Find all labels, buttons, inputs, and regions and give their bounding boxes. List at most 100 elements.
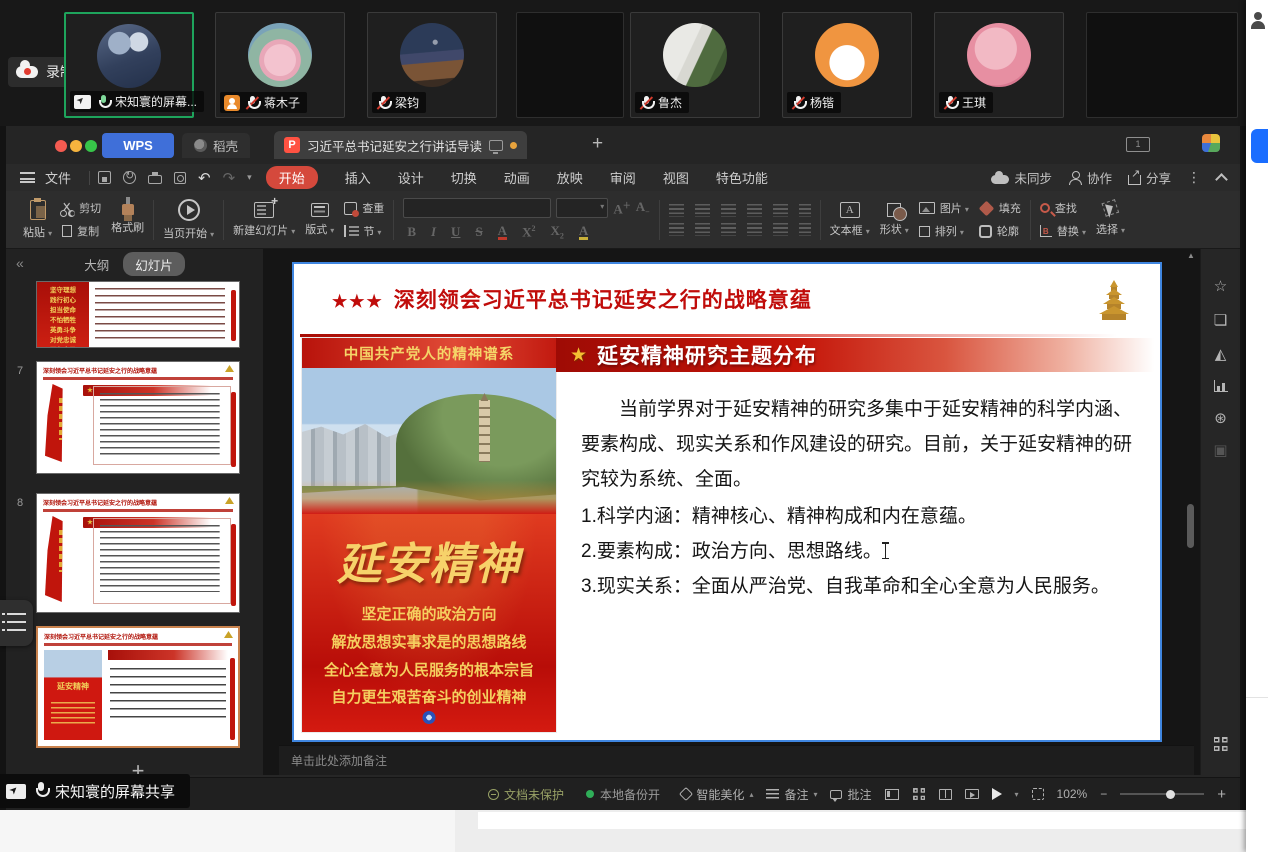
zoom-level[interactable]: 102% bbox=[1057, 787, 1088, 801]
share-button[interactable]: 分享 bbox=[1128, 168, 1171, 187]
section-banner[interactable]: ★ 延安精神研究主题分布 bbox=[556, 338, 1154, 372]
sync-status[interactable]: 未同步 bbox=[991, 168, 1052, 187]
video-tile[interactable]: 杨锴 bbox=[782, 12, 912, 118]
video-tile[interactable]: 梁钧 bbox=[367, 12, 497, 118]
increase-font-icon[interactable]: A＋ bbox=[613, 200, 630, 217]
copy-button[interactable]: 复制 bbox=[62, 223, 101, 239]
vertical-scrollbar[interactable]: ▲ ▼ bbox=[1185, 249, 1197, 775]
layout-button[interactable]: 版式 ▾ bbox=[305, 196, 334, 244]
close-button[interactable] bbox=[55, 140, 67, 152]
collapse-ribbon-icon[interactable] bbox=[1215, 173, 1228, 186]
tab-special-features[interactable]: 特色功能 bbox=[716, 168, 768, 187]
distribute-icon[interactable] bbox=[773, 223, 788, 236]
yanan-spirit-poster[interactable]: 中国共产党人的精神谱系 延安精神 坚定正确的政治方向 解放思想实事求是的思想路线 bbox=[302, 338, 556, 732]
slide-title[interactable]: ★★★深刻领会习近平总书记延安之行的战略意蕴 bbox=[332, 284, 812, 314]
text-direction-icon[interactable] bbox=[799, 204, 811, 217]
video-tile[interactable]: 鲁杰 bbox=[630, 12, 760, 118]
highlight-button[interactable]: A bbox=[579, 224, 588, 240]
notes-toggle-button[interactable]: 备注▾ bbox=[766, 786, 817, 803]
tab-insert[interactable]: 插入 bbox=[345, 168, 371, 187]
replace-button[interactable]: B 替换 ▾ bbox=[1040, 223, 1086, 239]
save-icon[interactable] bbox=[98, 171, 111, 184]
decrease-font-icon[interactable]: A− bbox=[636, 199, 650, 217]
new-tab-button[interactable]: + bbox=[592, 132, 603, 156]
document-protection-status[interactable]: 文档未保护 bbox=[488, 786, 564, 803]
copy-design-icon[interactable]: ❏ bbox=[1214, 311, 1227, 329]
slide-sorter-view-button[interactable] bbox=[913, 788, 925, 800]
justify-icon[interactable] bbox=[747, 223, 762, 236]
textbox-button[interactable]: A 文本框 ▾ bbox=[830, 196, 870, 244]
local-backup-status[interactable]: 本地备份开 bbox=[586, 786, 660, 803]
font-name-input[interactable] bbox=[403, 198, 551, 218]
font-color-button[interactable]: A bbox=[498, 224, 507, 240]
play-options-icon[interactable]: ▾ bbox=[1015, 790, 1019, 799]
video-tile-camera-off[interactable] bbox=[516, 12, 624, 118]
grid-view-icon[interactable] bbox=[1214, 737, 1228, 751]
font-size-input[interactable] bbox=[556, 198, 608, 218]
collapse-panel-button[interactable]: « bbox=[16, 255, 24, 271]
play-from-current-button[interactable]: 当页开始 ▾ bbox=[163, 196, 214, 244]
numbered-list-icon[interactable] bbox=[695, 204, 710, 217]
resources-icon[interactable]: ◭ bbox=[1215, 345, 1227, 363]
participants-icon[interactable] bbox=[1250, 12, 1266, 30]
thumbnail-slide-7[interactable]: 7 深刻领会习近平总书记延安之行的战略意蕴 bbox=[36, 361, 240, 474]
favorites-icon[interactable]: ☆ bbox=[1214, 277, 1227, 295]
format-painter-button[interactable]: 格式刷 bbox=[111, 196, 144, 244]
section-button[interactable]: 节 ▾ bbox=[344, 223, 384, 239]
reading-view-button[interactable] bbox=[939, 789, 952, 800]
bold-button[interactable]: B bbox=[407, 224, 416, 240]
thumbnail-slide-6[interactable]: 坚守理想 践行初心 担当使命 不怕牺牲 英勇斗争 对党忠诚 不负人民 bbox=[36, 281, 240, 348]
chart-icon[interactable] bbox=[1214, 380, 1228, 392]
print-icon[interactable] bbox=[148, 175, 162, 184]
tab-transition[interactable]: 切换 bbox=[451, 168, 477, 187]
zoom-slider[interactable] bbox=[1120, 793, 1204, 795]
skin-theme-icon[interactable] bbox=[1202, 134, 1220, 152]
tab-docer[interactable]: 稻壳 bbox=[182, 133, 250, 158]
chevron-down-icon[interactable]: ▾ bbox=[247, 172, 252, 183]
scroll-up-icon[interactable]: ▲ bbox=[1187, 251, 1195, 260]
fill-button[interactable]: 填充 bbox=[979, 200, 1021, 216]
slide-canvas[interactable]: ★★★深刻领会习近平总书记延安之行的战略意蕴 bbox=[292, 262, 1162, 742]
new-slide-button[interactable]: 新建幻灯片 ▾ bbox=[233, 196, 295, 244]
underline-button[interactable]: U bbox=[451, 224, 460, 240]
normal-view-button[interactable] bbox=[885, 789, 899, 800]
plugin-box-icon[interactable]: ▣ bbox=[1213, 441, 1227, 459]
align-center-icon[interactable] bbox=[695, 223, 710, 236]
zoom-out-button[interactable]: − bbox=[1100, 787, 1107, 801]
tab-review[interactable]: 审阅 bbox=[610, 168, 636, 187]
notes-bar[interactable]: 单击此处添加备注 bbox=[279, 745, 1194, 775]
align-right-icon[interactable] bbox=[721, 223, 736, 236]
tab-slides-active[interactable]: 幻灯片 bbox=[123, 252, 185, 276]
subscript-button[interactable]: X2 bbox=[550, 223, 563, 241]
minimize-button[interactable] bbox=[70, 140, 82, 152]
comments-button[interactable]: 批注 bbox=[830, 786, 871, 803]
outline-button[interactable]: 轮廓 bbox=[979, 223, 1021, 239]
tab-design[interactable]: 设计 bbox=[398, 168, 424, 187]
video-tile[interactable]: 蒋木子 bbox=[215, 12, 345, 118]
wps-home-button[interactable]: WPS bbox=[102, 133, 174, 158]
smart-beautify-button[interactable]: 智能美化▴ bbox=[681, 786, 753, 803]
download-center-icon[interactable]: ⊛ bbox=[1214, 409, 1227, 427]
tab-outline[interactable]: 大纲 bbox=[84, 255, 109, 274]
sidebar-blue-button[interactable] bbox=[1251, 129, 1268, 163]
select-button[interactable]: 选择 ▾ bbox=[1096, 196, 1125, 244]
cut-button[interactable]: 剪切 bbox=[62, 200, 101, 216]
more-menu-icon[interactable]: ⋮ bbox=[1187, 169, 1201, 186]
line-spacing-icon[interactable] bbox=[773, 204, 788, 217]
check-duplicate-button[interactable]: 查重 bbox=[344, 200, 384, 216]
video-tile-sharer[interactable]: 宋知寰的屏幕... bbox=[64, 12, 194, 118]
slide-body-text[interactable]: 当前学界对于延安精神的研究多集中于延安精神的科学内涵、要素构成、现实关系和作风建… bbox=[581, 392, 1147, 604]
tab-animation[interactable]: 动画 bbox=[504, 168, 530, 187]
maximize-button[interactable] bbox=[85, 140, 97, 152]
zoom-slider-handle[interactable] bbox=[1166, 790, 1175, 799]
play-button[interactable] bbox=[992, 788, 1002, 800]
undo-icon[interactable]: ↶ bbox=[198, 169, 211, 187]
redo-icon[interactable]: ↷ bbox=[223, 169, 236, 187]
tab-view[interactable]: 视图 bbox=[663, 168, 689, 187]
picture-button[interactable]: 图片 ▾ bbox=[919, 200, 969, 216]
hamburger-icon[interactable] bbox=[20, 172, 35, 183]
meeting-toolbar-handle[interactable] bbox=[0, 600, 33, 646]
collaborate-button[interactable]: 协作 bbox=[1068, 168, 1112, 187]
tab-slideshow[interactable]: 放映 bbox=[557, 168, 583, 187]
decrease-indent-icon[interactable] bbox=[721, 204, 736, 217]
